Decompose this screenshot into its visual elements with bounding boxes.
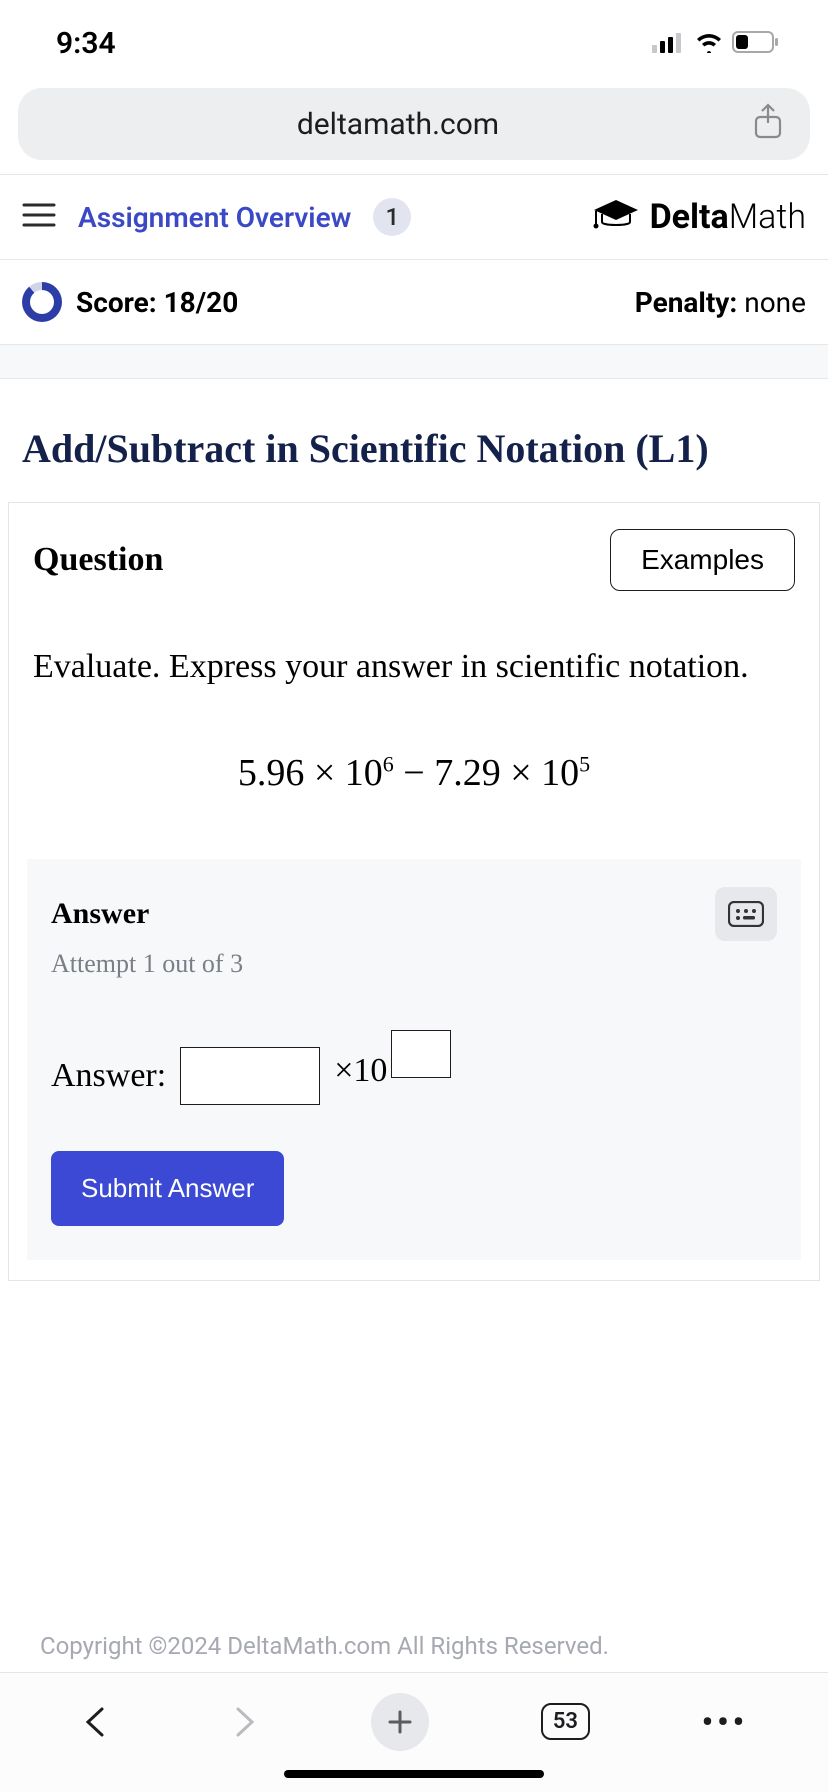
grad-cap-icon (592, 198, 640, 236)
url-text: deltamath.com (44, 107, 752, 142)
home-indicator (284, 1770, 544, 1778)
tabs-button[interactable]: 53 (541, 1703, 590, 1740)
answer-header: Answer (51, 887, 777, 941)
separator-strip (0, 345, 828, 379)
status-time: 9:34 (56, 26, 116, 61)
logo-text: DeltaMath (650, 197, 806, 237)
problem-title: Add/Subtract in Scientific Notation (L1) (0, 379, 828, 502)
back-button[interactable] (80, 1705, 114, 1739)
answer-line-label: Answer: (51, 1057, 166, 1095)
url-bar[interactable]: deltamath.com (18, 88, 810, 160)
attempt-counter: Attempt 1 out of 3 (51, 949, 777, 979)
more-icon[interactable]: ••• (702, 1703, 749, 1741)
score-text: Score: 18/20 (76, 286, 238, 319)
answer-title: Answer (51, 897, 149, 931)
status-bar: 9:34 (0, 0, 828, 76)
question-label: Question (33, 541, 163, 579)
penalty-text: Penalty: none (635, 286, 806, 319)
logo[interactable]: DeltaMath (592, 197, 806, 237)
progress-ring-icon (22, 282, 62, 322)
question-header: Question Examples (9, 503, 819, 607)
question-card: Question Examples Evaluate. Express your… (8, 502, 820, 1281)
menu-icon[interactable] (22, 202, 56, 232)
submit-answer-button[interactable]: Submit Answer (51, 1151, 284, 1226)
assignment-count-badge: 1 (373, 198, 411, 236)
wifi-icon (694, 26, 724, 61)
battery-icon (732, 26, 780, 61)
new-tab-button[interactable] (371, 1693, 429, 1751)
exponent-input[interactable] (391, 1030, 451, 1078)
copyright-text: Copyright ©2024 DeltaMath.com All Rights… (0, 1632, 828, 1660)
answer-section: Answer Attempt 1 out of 3 Answer: ×10 Su… (27, 859, 801, 1260)
signal-icon (652, 26, 686, 61)
assignment-overview-link[interactable]: Assignment Overview (78, 201, 351, 234)
math-expression: 5.96 × 106 − 7.29 × 105 (9, 703, 819, 851)
question-prompt: Evaluate. Express your answer in scienti… (9, 607, 819, 703)
score-row: Score: 18/20 Penalty: none (0, 260, 828, 345)
share-icon[interactable] (752, 103, 784, 145)
answer-input-line: Answer: ×10 (51, 1047, 777, 1105)
coefficient-input[interactable] (180, 1047, 320, 1105)
examples-button[interactable]: Examples (610, 529, 795, 591)
app-header: Assignment Overview 1 DeltaMath (0, 175, 828, 260)
forward-button[interactable] (226, 1705, 260, 1739)
times-ten-label: ×10 (334, 1052, 451, 1100)
keypad-icon[interactable] (715, 887, 777, 941)
status-icons (652, 26, 780, 61)
